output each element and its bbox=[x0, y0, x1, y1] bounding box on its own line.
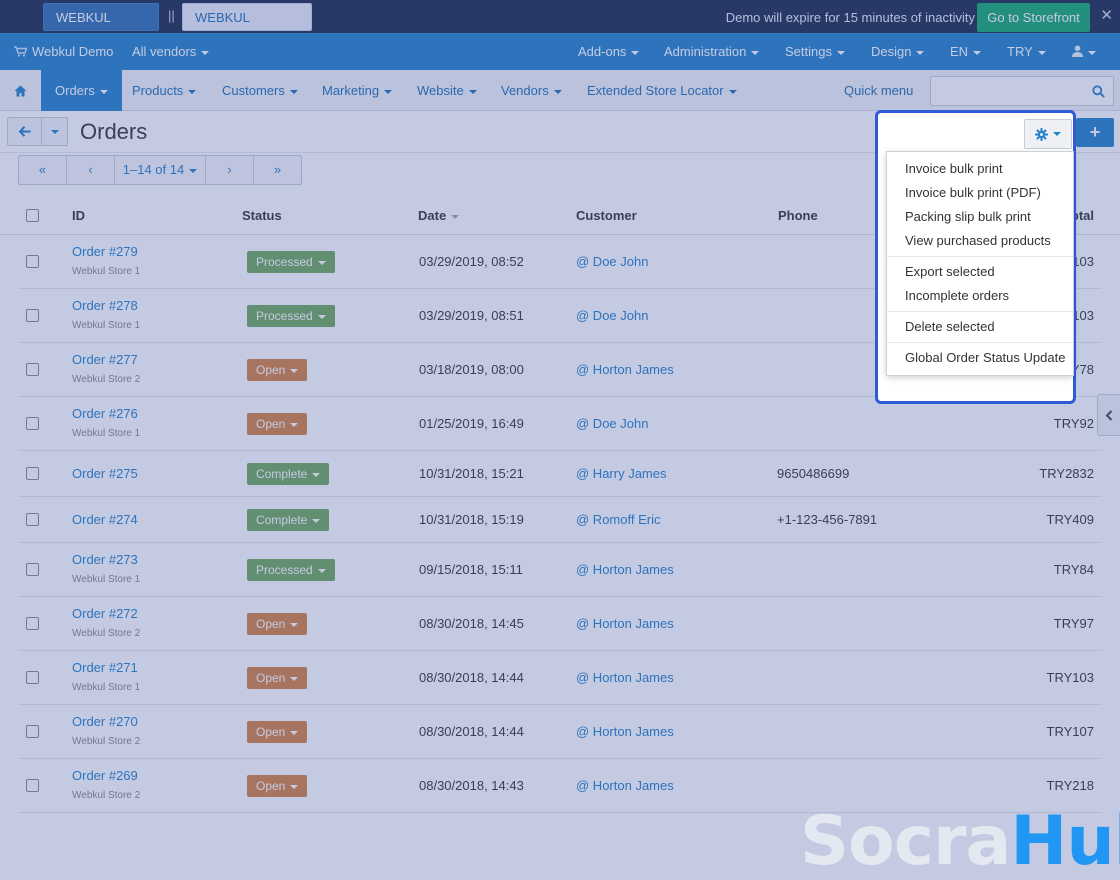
watermark-part2: Hub bbox=[1010, 802, 1120, 880]
menu-item-invoice-bulk-print-pdf[interactable]: Invoice bulk print (PDF) bbox=[887, 181, 1073, 205]
menu-item-delete-selected[interactable]: Delete selected bbox=[887, 315, 1073, 339]
gear-icon bbox=[1035, 127, 1048, 141]
menu-item-incomplete-orders[interactable]: Incomplete orders bbox=[887, 284, 1073, 308]
menu-divider bbox=[887, 311, 1073, 312]
chevron-down-icon bbox=[1053, 132, 1061, 136]
menu-divider bbox=[887, 342, 1073, 343]
menu-item-export-selected[interactable]: Export selected bbox=[887, 260, 1073, 284]
tools-dropdown-menu: Invoice bulk print Invoice bulk print (PD… bbox=[886, 151, 1074, 376]
menu-item-global-order-status-update[interactable]: Global Order Status Update bbox=[887, 346, 1073, 370]
highlighted-tools-panel: Invoice bulk print Invoice bulk print (PD… bbox=[875, 110, 1076, 404]
menu-item-packing-slip-bulk-print[interactable]: Packing slip bulk print bbox=[887, 205, 1073, 229]
watermark-part1: Socra bbox=[800, 802, 1011, 880]
menu-divider bbox=[887, 256, 1073, 257]
menu-item-view-purchased-products[interactable]: View purchased products bbox=[887, 229, 1073, 253]
tools-dropdown-button[interactable] bbox=[1024, 119, 1072, 149]
socrahub-watermark: SocraHub bbox=[800, 808, 1120, 876]
menu-item-invoice-bulk-print[interactable]: Invoice bulk print bbox=[887, 157, 1073, 181]
